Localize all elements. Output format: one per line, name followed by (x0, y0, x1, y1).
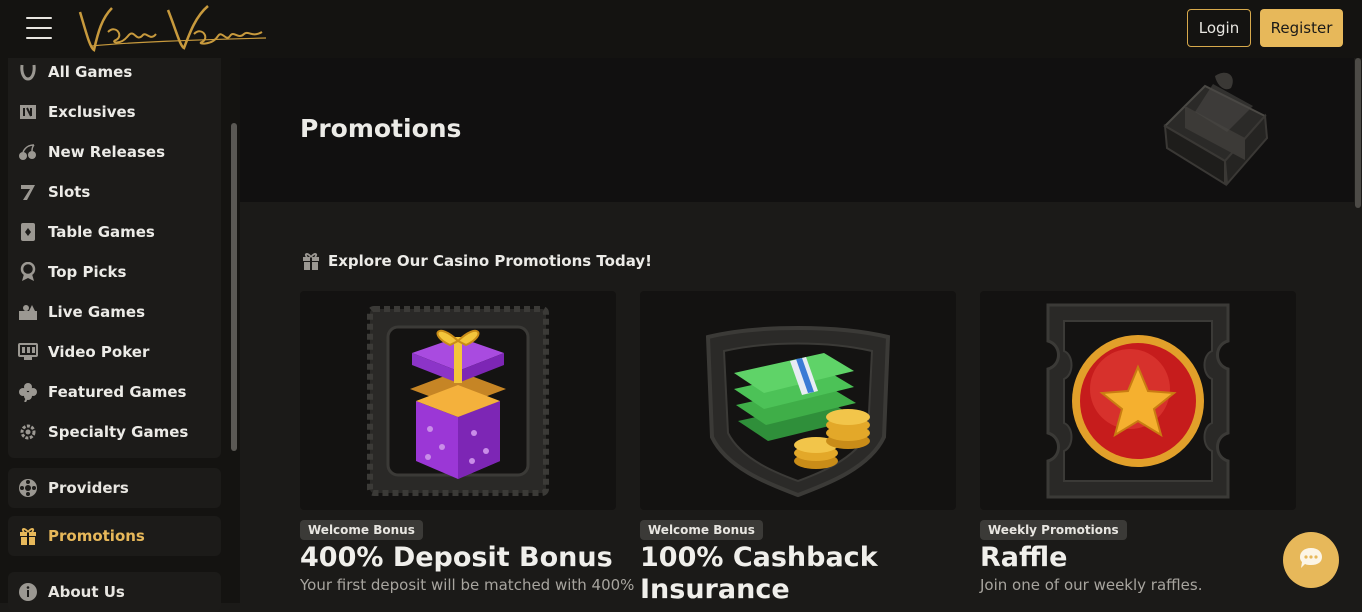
chat-icon (1298, 546, 1324, 574)
main-scrollbar[interactable] (1354, 58, 1362, 603)
sidebar-item-label: Featured Games (48, 383, 187, 401)
seven-icon (18, 182, 38, 202)
sidebar-item-label: About Us (48, 583, 125, 601)
sidebar-item-exclusives[interactable]: Exclusives (18, 100, 136, 124)
sidebar-item-label: Table Games (48, 223, 155, 241)
gift-box-image (367, 305, 549, 496)
horseshoe-icon (18, 62, 38, 82)
gift-icon (300, 250, 322, 272)
sidebar-item-live-games[interactable]: Live Games (18, 300, 145, 324)
sidebar-item-slots[interactable]: Slots (18, 180, 90, 204)
sidebar-item-promotions[interactable]: Promotions (8, 516, 221, 556)
promo-title[interactable]: 100% Cashback Insurance (640, 542, 956, 606)
register-button[interactable]: Register (1260, 9, 1343, 47)
card-icon (18, 222, 38, 242)
promo-badge: Welcome Bonus (640, 520, 763, 540)
promo-title[interactable]: 400% Deposit Bonus (300, 542, 616, 574)
video-poker-icon (18, 342, 38, 362)
cherries-icon (18, 142, 38, 162)
sidebar-item-about-us[interactable]: About Us (8, 572, 221, 612)
live-dealer-icon (18, 302, 38, 322)
sidebar-scroll-thumb[interactable] (231, 123, 237, 451)
sidebar: All Games Exclusives New Releases Slots … (0, 58, 240, 612)
cash-coins-image (705, 325, 891, 497)
raffle-ticket-image (1046, 303, 1230, 498)
sidebar-item-featured-games[interactable]: Featured Games (18, 380, 186, 404)
sidebar-item-label: Promotions (48, 527, 145, 545)
sidebar-item-label: Providers (48, 479, 129, 497)
sidebar-scrollbar[interactable] (230, 58, 238, 603)
gift-box-icon (1155, 66, 1295, 196)
promo-card-image[interactable] (640, 291, 956, 510)
sidebar-item-video-poker[interactable]: Video Poker (18, 340, 149, 364)
sidebar-item-label: Specialty Games (48, 423, 189, 441)
menu-icon[interactable] (26, 17, 52, 39)
sidebar-item-label: New Releases (48, 143, 165, 161)
promo-card-cashback[interactable]: Welcome Bonus 100% Cashback Insurance (640, 291, 956, 606)
promo-card-raffle[interactable]: Weekly Promotions Raffle Join one of our… (980, 291, 1296, 603)
gift-icon (18, 526, 38, 546)
chip-icon (18, 478, 38, 498)
promo-badge: Weekly Promotions (980, 520, 1127, 540)
exclusive-icon (18, 102, 38, 122)
clover-icon (18, 382, 38, 402)
info-icon (18, 582, 38, 602)
promo-badge: Welcome Bonus (300, 520, 423, 540)
sidebar-item-top-picks[interactable]: Top Picks (18, 260, 126, 284)
sidebar-item-new-releases[interactable]: New Releases (18, 140, 165, 164)
sidebar-item-providers[interactable]: Providers (8, 468, 221, 508)
sidebar-item-label: Slots (48, 183, 91, 201)
sidebar-item-label: Exclusives (48, 103, 136, 121)
promo-description: Your first deposit will be matched with … (300, 576, 635, 594)
sidebar-item-label: Top Picks (48, 263, 127, 281)
sidebar-item-table-games[interactable]: Table Games (18, 220, 155, 244)
sidebar-item-specialty-games[interactable]: Specialty Games (18, 420, 188, 444)
main-scroll-thumb[interactable] (1355, 58, 1361, 208)
section-title: Explore Our Casino Promotions Today! (328, 252, 652, 270)
page-title: Promotions (300, 114, 462, 143)
section-heading: Explore Our Casino Promotions Today! (300, 250, 652, 272)
promo-title[interactable]: Raffle (980, 542, 1296, 574)
promo-card-deposit-bonus[interactable]: Welcome Bonus 400% Deposit Bonus Your fi… (300, 291, 634, 603)
promo-card-image[interactable] (300, 291, 616, 510)
logo-signature (78, 5, 267, 52)
sidebar-item-label: All Games (48, 63, 133, 81)
games-nav-group: All Games Exclusives New Releases Slots … (8, 58, 221, 458)
top-header: Login Register (0, 0, 1362, 58)
sidebar-item-all-games[interactable]: All Games (18, 60, 132, 84)
promotions-hero: Promotions (240, 58, 1354, 202)
award-icon (18, 262, 38, 282)
gear-icon (18, 422, 38, 442)
promo-description: Join one of our weekly raffles. (980, 576, 1203, 594)
sidebar-item-label: Video Poker (48, 343, 150, 361)
sidebar-item-label: Live Games (48, 303, 146, 321)
promo-card-image[interactable] (980, 291, 1296, 510)
logo[interactable] (72, 2, 268, 56)
login-button[interactable]: Login (1187, 9, 1251, 47)
chat-button[interactable] (1283, 532, 1339, 588)
